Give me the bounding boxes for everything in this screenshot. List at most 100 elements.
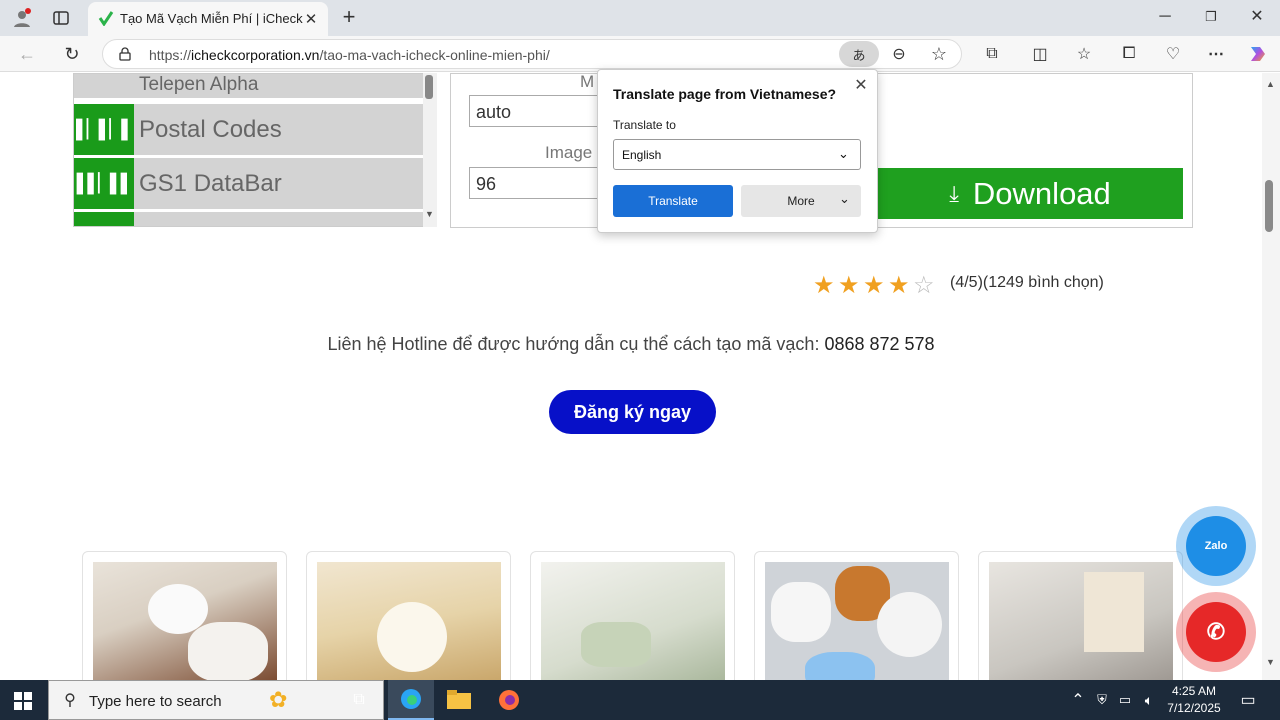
scroll-down-icon[interactable]: ▼: [1266, 657, 1275, 667]
barcode-icon: [74, 212, 134, 226]
show-hidden-icons-icon[interactable]: ⌃: [1070, 690, 1086, 710]
refresh-icon[interactable]: ↻: [61, 43, 83, 65]
favorites-icon[interactable]: ☆: [1074, 44, 1094, 64]
tab-actions-icon[interactable]: [50, 7, 72, 29]
list-item-postal-codes[interactable]: ▌▏▌▏▌ Postal Codes: [74, 104, 424, 158]
network-icon[interactable]: ▭: [1116, 690, 1134, 710]
hotline-message: Liên hệ Hotline để được hướng dẫn cụ thể…: [327, 334, 825, 354]
restore-icon[interactable]: ❐: [1202, 8, 1220, 26]
selected-language: English: [622, 148, 662, 162]
star-icon[interactable]: ★: [838, 271, 860, 300]
list-scrollbar[interactable]: ▼: [423, 73, 437, 227]
list-item[interactable]: [74, 212, 424, 226]
register-button[interactable]: Đăng ký ngay: [549, 390, 716, 434]
star-icon[interactable]: ★: [813, 271, 835, 300]
security-tray-icon[interactable]: ⛨: [1094, 690, 1110, 710]
new-tab-icon[interactable]: +: [338, 4, 360, 29]
lock-icon[interactable]: [117, 46, 133, 62]
volume-icon[interactable]: 🔈︎: [1140, 690, 1158, 710]
browser-essentials-icon[interactable]: ♡: [1163, 44, 1183, 64]
translate-popup: Translate page from Vietnamese? ✕ Transl…: [597, 69, 878, 233]
product-card[interactable]: [530, 551, 735, 691]
search-placeholder: Type here to search: [89, 693, 222, 710]
collections-icon[interactable]: ⧠: [1119, 44, 1139, 64]
product-card[interactable]: [754, 551, 959, 692]
url-text: https://icheckcorporation.vn/tao-ma-vach…: [149, 47, 550, 63]
more-label: More: [787, 194, 815, 208]
more-menu-icon[interactable]: ⋯: [1206, 44, 1226, 64]
product-card[interactable]: [82, 551, 287, 691]
download-button[interactable]: ⤓ Download: [877, 168, 1183, 219]
list-item-gs1-databar[interactable]: ▌▌▏▌▌ GS1 DataBar: [74, 158, 424, 212]
copilot-icon[interactable]: [1246, 42, 1270, 66]
edge-taskbar-icon[interactable]: [388, 680, 434, 720]
list-item-label: Postal Codes: [139, 116, 282, 143]
product-image: [989, 562, 1173, 682]
product-image: [317, 562, 501, 682]
extensions-icon[interactable]: ⧉: [982, 44, 1002, 64]
product-card[interactable]: [306, 551, 511, 691]
url-input[interactable]: https://icheckcorporation.vn/tao-ma-vach…: [102, 39, 962, 69]
taskbar-search-box[interactable]: ⚲ Type here to search ✿: [48, 680, 384, 720]
product-image: [541, 562, 725, 682]
hotline-phone[interactable]: 0868 872 578: [824, 334, 934, 354]
star-icon[interactable]: ★: [863, 271, 885, 300]
active-tab[interactable]: Tạo Mã Vạch Miễn Phí | iCheck ✕: [88, 2, 328, 36]
taskbar-clock[interactable]: 4:25 AM 7/12/2025: [1160, 683, 1228, 717]
minimize-icon[interactable]: ─: [1156, 8, 1174, 26]
zalo-button[interactable]: Zalo: [1176, 506, 1256, 586]
scroll-up-icon[interactable]: ▲: [1266, 79, 1275, 89]
windows-start-icon[interactable]: [12, 690, 34, 712]
chevron-down-icon: ⌄: [839, 191, 850, 206]
back-icon[interactable]: ←: [16, 43, 38, 65]
tab-title: Tạo Mã Vạch Miễn Phí | iCheck: [120, 11, 303, 26]
rating-text: (4/5)(1249 bình chọn): [950, 274, 1104, 291]
url-domain: icheckcorporation.vn: [191, 47, 320, 63]
close-tab-icon[interactable]: ✕: [302, 10, 320, 28]
url-prefix: https://: [149, 47, 192, 63]
postal-barcode-icon: ▌▏▌▏▌: [74, 104, 134, 155]
split-screen-icon[interactable]: ◫: [1030, 44, 1050, 64]
firefox-icon[interactable]: [496, 688, 522, 712]
file-explorer-icon[interactable]: [446, 688, 472, 712]
margin-label: M: [580, 72, 595, 91]
list-scroll-thumb[interactable]: [425, 75, 433, 99]
close-popup-icon[interactable]: ✕: [852, 76, 870, 94]
task-view-icon[interactable]: ⧉: [348, 689, 370, 711]
translate-heading: Translate page from Vietnamese?: [613, 86, 837, 102]
star-empty-icon[interactable]: ☆: [913, 271, 935, 300]
tulip-decoration-icon: ✿: [269, 687, 288, 712]
list-item-telepen-alpha[interactable]: Telepen Alpha: [74, 74, 424, 101]
star-icon[interactable]: ★: [888, 271, 910, 300]
windows-taskbar: ⚲ Type here to search ✿ ⧉ ⌃ ⛨ ▭ 🔈︎ 4:25 …: [0, 680, 1280, 720]
more-button[interactable]: More ⌄: [741, 185, 861, 217]
page-scroll-thumb[interactable]: [1265, 180, 1273, 232]
clock-time: 4:25 AM: [1171, 684, 1217, 698]
language-select[interactable]: English ⌄: [613, 139, 861, 170]
product-image: [93, 562, 277, 682]
barcode-type-list[interactable]: Telepen Alpha ▌▏▌▏▌ Postal Codes ▌▌▏▌▌ G…: [73, 73, 437, 227]
reading-mode-icon[interactable]: ⊖: [889, 44, 909, 64]
translate-to-label: Translate to: [613, 118, 676, 132]
browser-tab-bar: Tạo Mã Vạch Miễn Phí | iCheck ✕ + ─ ❐ ✕: [0, 0, 1280, 36]
zalo-icon: Zalo: [1186, 516, 1246, 576]
notifications-icon[interactable]: ▭: [1238, 690, 1258, 710]
phone-call-button[interactable]: ✆: [1176, 592, 1256, 672]
dpi-input[interactable]: 96: [469, 167, 599, 199]
page-scrollbar[interactable]: ▲ ▼: [1262, 73, 1280, 680]
url-path: /tao-ma-vach-icheck-online-mien-phi/: [319, 47, 550, 63]
address-bar-row: ← ↻ https://icheckcorporation.vn/tao-ma-…: [0, 36, 1280, 72]
favorite-star-icon[interactable]: ☆: [929, 44, 949, 64]
hotline-text: Liên hệ Hotline để được hướng dẫn cụ thể…: [0, 334, 1262, 355]
product-card[interactable]: [978, 551, 1183, 691]
list-scroll-down-icon[interactable]: ▼: [425, 209, 434, 219]
icheck-favicon-icon: [98, 10, 114, 27]
translate-button[interactable]: Translate: [613, 185, 733, 217]
list-item-label: Telepen Alpha: [139, 74, 259, 95]
margin-input[interactable]: auto: [469, 95, 599, 127]
translate-icon[interactable]: あ: [839, 41, 879, 67]
phone-icon: ✆: [1186, 602, 1246, 662]
profile-icon[interactable]: [10, 6, 34, 30]
close-window-icon[interactable]: ✕: [1248, 7, 1266, 25]
databar-barcode-icon: ▌▌▏▌▌: [74, 158, 134, 209]
